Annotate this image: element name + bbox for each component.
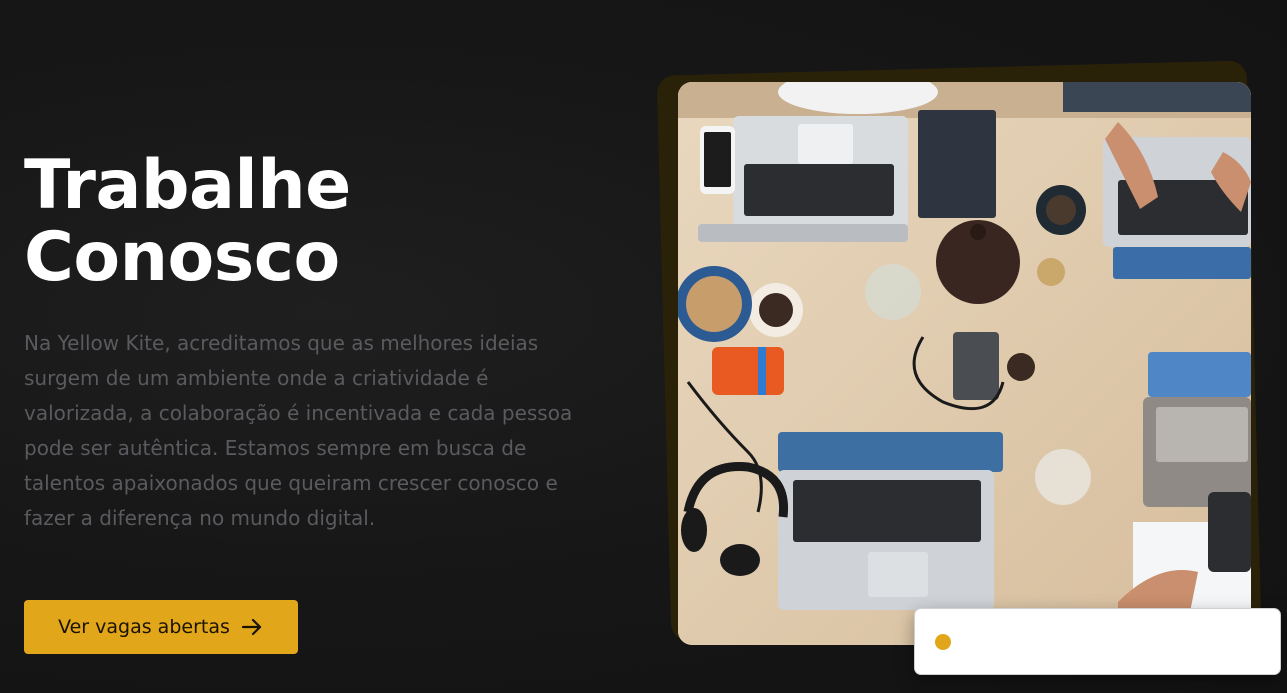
workspace-illustration <box>678 82 1251 645</box>
careers-hero: Trabalhe Conosco Na Yellow Kite, acredit… <box>0 0 1287 693</box>
cta-label: Ver vagas abertas <box>58 616 230 638</box>
hero-description: Na Yellow Kite, acreditamos que as melho… <box>24 331 573 530</box>
title-line-1: Trabalhe <box>24 146 351 225</box>
page-title: Trabalhe Conosco <box>24 150 351 294</box>
floating-status-card <box>914 608 1281 675</box>
team-workspace-photo <box>678 82 1251 645</box>
view-open-positions-button[interactable]: Ver vagas abertas <box>24 600 298 654</box>
status-dot-icon <box>935 633 951 650</box>
title-line-2: Conosco <box>24 218 340 297</box>
arrow-right-icon <box>241 618 261 636</box>
